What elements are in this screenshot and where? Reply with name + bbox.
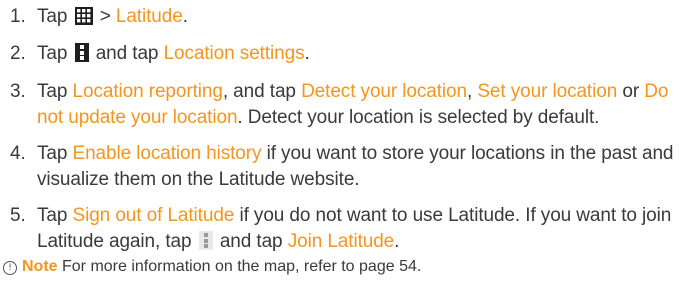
step-text: Tap Enable location history if you want … [37, 141, 690, 193]
step-text-fragment: Tap [37, 6, 73, 27]
info-icon: ! [3, 261, 17, 275]
ui-term: Location settings [163, 43, 305, 64]
instruction-page: 1. Tap > Latitude. 2. Tap and tap Location … [0, 0, 700, 286]
step-text-fragment: Tap [37, 205, 73, 226]
step-text: Tap > Latitude. [37, 4, 690, 30]
menu-icon [74, 43, 89, 62]
step-text: Tap and tap Location settings. [37, 41, 690, 67]
step-text-fragment: or [617, 81, 645, 102]
step-number: 2. [10, 43, 26, 64]
step-text-fragment: and tap [214, 231, 288, 252]
step-text-fragment: . [394, 231, 400, 252]
step-text-fragment: > [94, 6, 116, 27]
menu-icon-light [198, 231, 213, 250]
step-number: 4. [10, 143, 26, 164]
step-text-fragment: Tap [37, 43, 73, 64]
note: ! Note For more information on the map, r… [3, 256, 421, 278]
step-text-fragment: and tap [90, 43, 164, 64]
step-text-fragment: , [466, 81, 478, 102]
step-5: 5. Tap Sign out of Latitude if you do not… [10, 203, 690, 255]
ui-term: Latitude [115, 6, 183, 27]
step-2: 2. Tap and tap Location settings. [10, 41, 690, 67]
note-label: Note [22, 258, 58, 275]
ui-term: Enable location history [72, 143, 262, 164]
step-text-fragment: . Detect your location is selected by de… [237, 107, 600, 128]
step-text-fragment: . [304, 43, 310, 64]
ui-term: Join Latitude [287, 231, 395, 252]
step-text-fragment: , and tap [222, 81, 302, 102]
step-number: 3. [10, 81, 26, 102]
step-text-fragment: Tap [37, 81, 73, 102]
step-text: Tap Sign out of Latitude if you do not w… [37, 203, 690, 255]
step-3: 3. Tap Location reporting, and tap Detect… [10, 79, 690, 131]
step-text-fragment: Tap [37, 143, 73, 164]
note-text: For more information on the map, refer t… [57, 258, 422, 275]
ui-term: Location reporting [72, 81, 223, 102]
step-1: 1. Tap > Latitude. [10, 4, 690, 30]
apps-grid-icon [74, 7, 93, 25]
step-4: 4. Tap Enable location history if you wan… [10, 141, 690, 193]
step-number: 5. [10, 205, 26, 226]
step-text: Tap Location reporting, and tap Detect y… [37, 79, 690, 131]
step-number: 1. [10, 6, 26, 27]
ui-term: Set your location [477, 81, 618, 102]
step-text-fragment: . [182, 6, 188, 27]
ui-term: Sign out of Latitude [72, 205, 235, 226]
ui-term: Detect your location [301, 81, 467, 102]
